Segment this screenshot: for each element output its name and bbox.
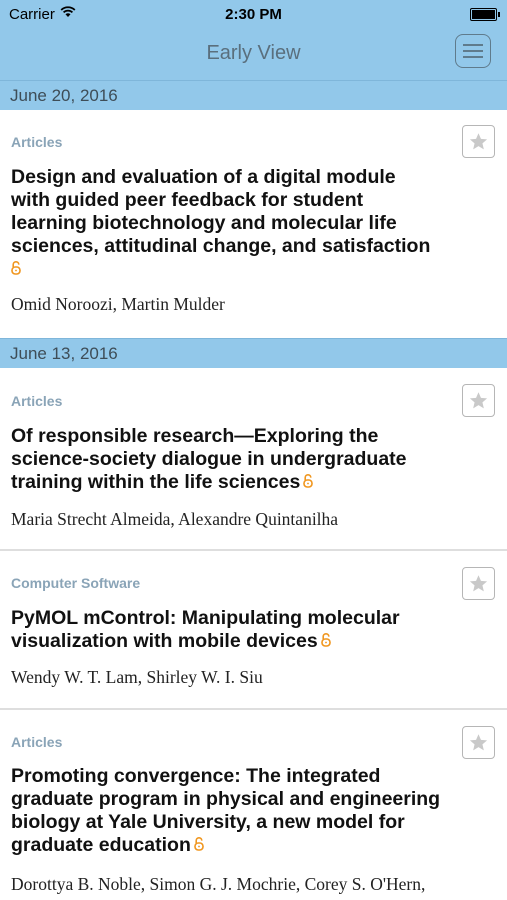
- clock: 2:30 PM: [225, 6, 282, 23]
- open-access-lock-icon: [194, 834, 204, 857]
- favorite-button[interactable]: [462, 384, 495, 417]
- article-category: Computer Software: [11, 575, 141, 591]
- star-icon: [469, 575, 488, 592]
- article-item[interactable]: Articles Design and evaluation of a digi…: [0, 110, 507, 338]
- favorite-button[interactable]: [462, 726, 495, 759]
- article-category: Articles: [11, 393, 63, 409]
- article-category: Articles: [11, 734, 63, 750]
- open-access-lock-icon: [320, 630, 331, 653]
- article-title[interactable]: Promoting convergence: The integrated gr…: [11, 765, 501, 857]
- article-authors: Omid Noroozi, Martin Mulder: [11, 294, 225, 314]
- status-bar: Carrier 2:30 PM: [0, 0, 507, 28]
- star-icon: [469, 133, 488, 150]
- article-authors: Dorottya B. Noble, Simon G. J. Mochrie, …: [11, 874, 426, 894]
- date-section-header: June 13, 2016: [0, 338, 507, 368]
- article-item[interactable]: Articles Promoting convergence: The inte…: [0, 710, 507, 900]
- article-title[interactable]: Of responsible research—Exploring the sc…: [11, 425, 501, 494]
- date-section-header: June 20, 2016: [0, 80, 507, 110]
- article-authors: Wendy W. T. Lam, Shirley W. I. Siu: [11, 667, 263, 687]
- open-access-lock-icon: [303, 471, 314, 494]
- page-title: Early View: [206, 42, 301, 64]
- navigation-bar: Early View: [0, 28, 507, 80]
- star-icon: [469, 734, 488, 751]
- star-icon: [469, 392, 488, 409]
- section-date: June 13, 2016: [10, 344, 118, 363]
- article-title[interactable]: PyMOL mControl: Manipulating molecular v…: [11, 607, 501, 653]
- article-category: Articles: [11, 134, 63, 150]
- article-item[interactable]: Articles Of responsible research—Explori…: [0, 368, 507, 551]
- battery-icon: [470, 8, 500, 21]
- section-date: June 20, 2016: [10, 86, 118, 105]
- favorite-button[interactable]: [462, 125, 495, 158]
- article-item[interactable]: Computer Software PyMOL mControl: Manipu…: [0, 551, 507, 710]
- hamburger-menu-icon: [463, 44, 483, 46]
- article-authors: Maria Strecht Almeida, Alexandre Quintan…: [11, 509, 339, 529]
- menu-button[interactable]: [455, 34, 491, 68]
- favorite-button[interactable]: [462, 567, 495, 600]
- open-access-lock-icon: [11, 258, 21, 281]
- article-title[interactable]: Design and evaluation of a digital modul…: [11, 166, 501, 281]
